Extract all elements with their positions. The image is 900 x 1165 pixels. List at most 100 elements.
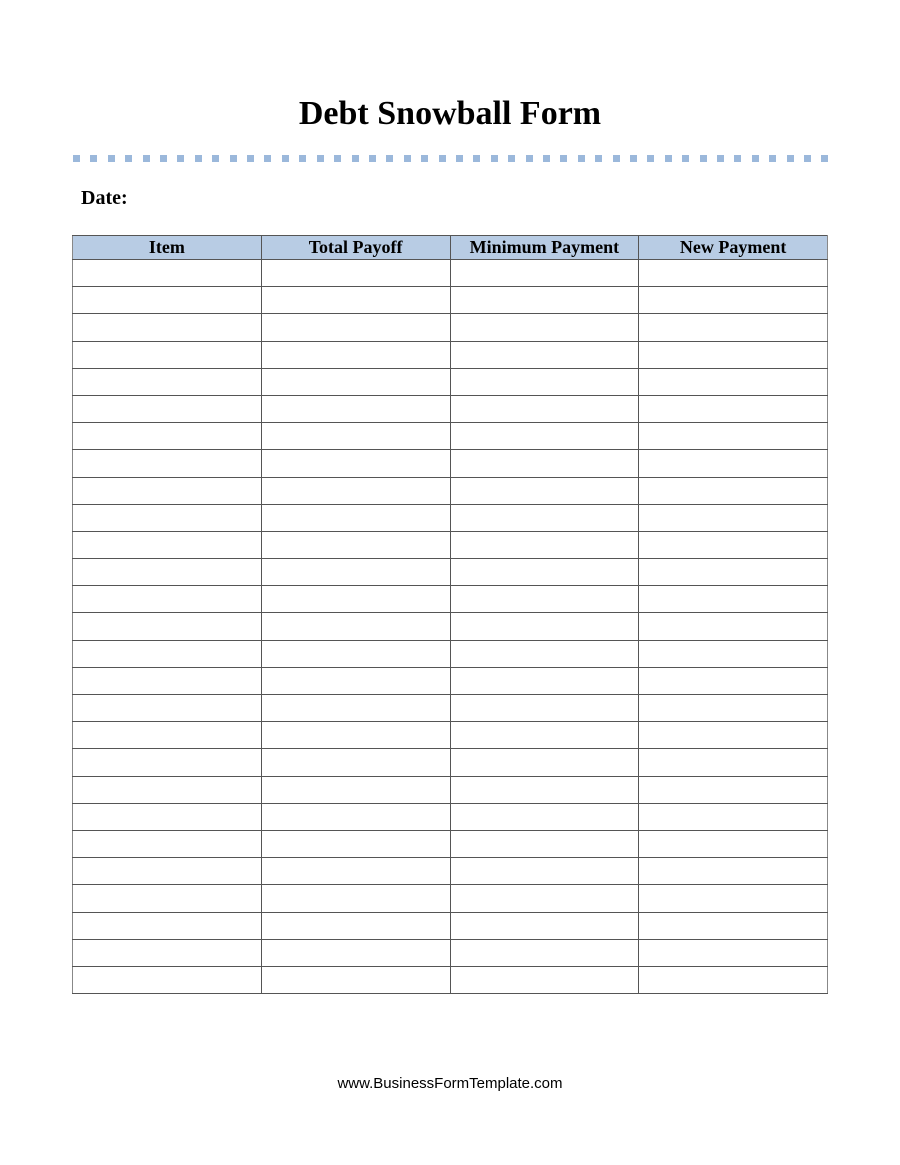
item-cell[interactable] xyxy=(72,530,262,560)
total-payoff-cell[interactable] xyxy=(260,585,451,614)
total-payoff-cell[interactable] xyxy=(260,313,451,342)
total-payoff-cell[interactable] xyxy=(260,884,451,913)
new-payment-cell[interactable] xyxy=(638,911,828,940)
minimum-payment-cell[interactable] xyxy=(449,911,640,940)
item-cell[interactable] xyxy=(72,639,262,668)
minimum-payment-cell[interactable] xyxy=(449,394,640,424)
new-payment-cell[interactable] xyxy=(638,721,828,750)
total-payoff-cell[interactable] xyxy=(260,748,451,777)
new-payment-cell[interactable] xyxy=(638,802,828,831)
minimum-payment-cell[interactable] xyxy=(449,449,640,478)
new-payment-cell[interactable] xyxy=(638,258,828,288)
item-cell[interactable] xyxy=(72,938,262,967)
total-payoff-cell[interactable] xyxy=(260,639,451,668)
item-cell[interactable] xyxy=(72,829,262,859)
total-payoff-cell[interactable] xyxy=(260,938,451,967)
minimum-payment-cell[interactable] xyxy=(449,476,640,505)
item-cell[interactable] xyxy=(72,449,262,478)
new-payment-cell[interactable] xyxy=(638,857,828,886)
total-payoff-cell[interactable] xyxy=(260,965,451,995)
new-payment-cell[interactable] xyxy=(638,422,828,451)
new-payment-cell[interactable] xyxy=(638,585,828,614)
total-payoff-cell[interactable] xyxy=(260,286,451,315)
total-payoff-cell[interactable] xyxy=(260,394,451,424)
total-payoff-cell[interactable] xyxy=(260,911,451,940)
minimum-payment-cell[interactable] xyxy=(449,965,640,995)
total-payoff-cell[interactable] xyxy=(260,829,451,859)
total-payoff-cell[interactable] xyxy=(260,775,451,804)
item-cell[interactable] xyxy=(72,965,262,995)
new-payment-cell[interactable] xyxy=(638,775,828,804)
total-payoff-cell[interactable] xyxy=(260,422,451,451)
minimum-payment-cell[interactable] xyxy=(449,340,640,369)
new-payment-cell[interactable] xyxy=(638,666,828,696)
new-payment-cell[interactable] xyxy=(638,693,828,723)
total-payoff-cell[interactable] xyxy=(260,666,451,696)
new-payment-cell[interactable] xyxy=(638,748,828,777)
item-cell[interactable] xyxy=(72,802,262,831)
total-payoff-cell[interactable] xyxy=(260,693,451,723)
minimum-payment-cell[interactable] xyxy=(449,422,640,451)
minimum-payment-cell[interactable] xyxy=(449,829,640,859)
item-cell[interactable] xyxy=(72,340,262,369)
minimum-payment-cell[interactable] xyxy=(449,775,640,804)
minimum-payment-cell[interactable] xyxy=(449,884,640,913)
item-cell[interactable] xyxy=(72,394,262,424)
new-payment-cell[interactable] xyxy=(638,286,828,315)
total-payoff-cell[interactable] xyxy=(260,476,451,505)
new-payment-cell[interactable] xyxy=(638,558,828,587)
minimum-payment-cell[interactable] xyxy=(449,313,640,342)
new-payment-cell[interactable] xyxy=(638,313,828,342)
item-cell[interactable] xyxy=(72,857,262,886)
item-cell[interactable] xyxy=(72,476,262,505)
item-cell[interactable] xyxy=(72,585,262,614)
minimum-payment-cell[interactable] xyxy=(449,639,640,668)
minimum-payment-cell[interactable] xyxy=(449,585,640,614)
new-payment-cell[interactable] xyxy=(638,367,828,396)
item-cell[interactable] xyxy=(72,422,262,451)
total-payoff-cell[interactable] xyxy=(260,558,451,587)
new-payment-cell[interactable] xyxy=(638,612,828,641)
item-cell[interactable] xyxy=(72,286,262,315)
total-payoff-cell[interactable] xyxy=(260,367,451,396)
new-payment-cell[interactable] xyxy=(638,639,828,668)
item-cell[interactable] xyxy=(72,693,262,723)
total-payoff-cell[interactable] xyxy=(260,857,451,886)
item-cell[interactable] xyxy=(72,884,262,913)
item-cell[interactable] xyxy=(72,558,262,587)
minimum-payment-cell[interactable] xyxy=(449,503,640,532)
minimum-payment-cell[interactable] xyxy=(449,367,640,396)
item-cell[interactable] xyxy=(72,313,262,342)
item-cell[interactable] xyxy=(72,911,262,940)
item-cell[interactable] xyxy=(72,666,262,696)
minimum-payment-cell[interactable] xyxy=(449,938,640,967)
total-payoff-cell[interactable] xyxy=(260,802,451,831)
item-cell[interactable] xyxy=(72,775,262,804)
item-cell[interactable] xyxy=(72,748,262,777)
total-payoff-cell[interactable] xyxy=(260,721,451,750)
minimum-payment-cell[interactable] xyxy=(449,558,640,587)
minimum-payment-cell[interactable] xyxy=(449,612,640,641)
new-payment-cell[interactable] xyxy=(638,394,828,424)
new-payment-cell[interactable] xyxy=(638,476,828,505)
new-payment-cell[interactable] xyxy=(638,938,828,967)
item-cell[interactable] xyxy=(72,367,262,396)
minimum-payment-cell[interactable] xyxy=(449,857,640,886)
item-cell[interactable] xyxy=(72,612,262,641)
new-payment-cell[interactable] xyxy=(638,449,828,478)
new-payment-cell[interactable] xyxy=(638,829,828,859)
total-payoff-cell[interactable] xyxy=(260,258,451,288)
minimum-payment-cell[interactable] xyxy=(449,693,640,723)
new-payment-cell[interactable] xyxy=(638,503,828,532)
total-payoff-cell[interactable] xyxy=(260,449,451,478)
total-payoff-cell[interactable] xyxy=(260,530,451,560)
new-payment-cell[interactable] xyxy=(638,340,828,369)
total-payoff-cell[interactable] xyxy=(260,340,451,369)
total-payoff-cell[interactable] xyxy=(260,503,451,532)
item-cell[interactable] xyxy=(72,503,262,532)
minimum-payment-cell[interactable] xyxy=(449,802,640,831)
new-payment-cell[interactable] xyxy=(638,884,828,913)
minimum-payment-cell[interactable] xyxy=(449,666,640,696)
minimum-payment-cell[interactable] xyxy=(449,721,640,750)
minimum-payment-cell[interactable] xyxy=(449,530,640,560)
